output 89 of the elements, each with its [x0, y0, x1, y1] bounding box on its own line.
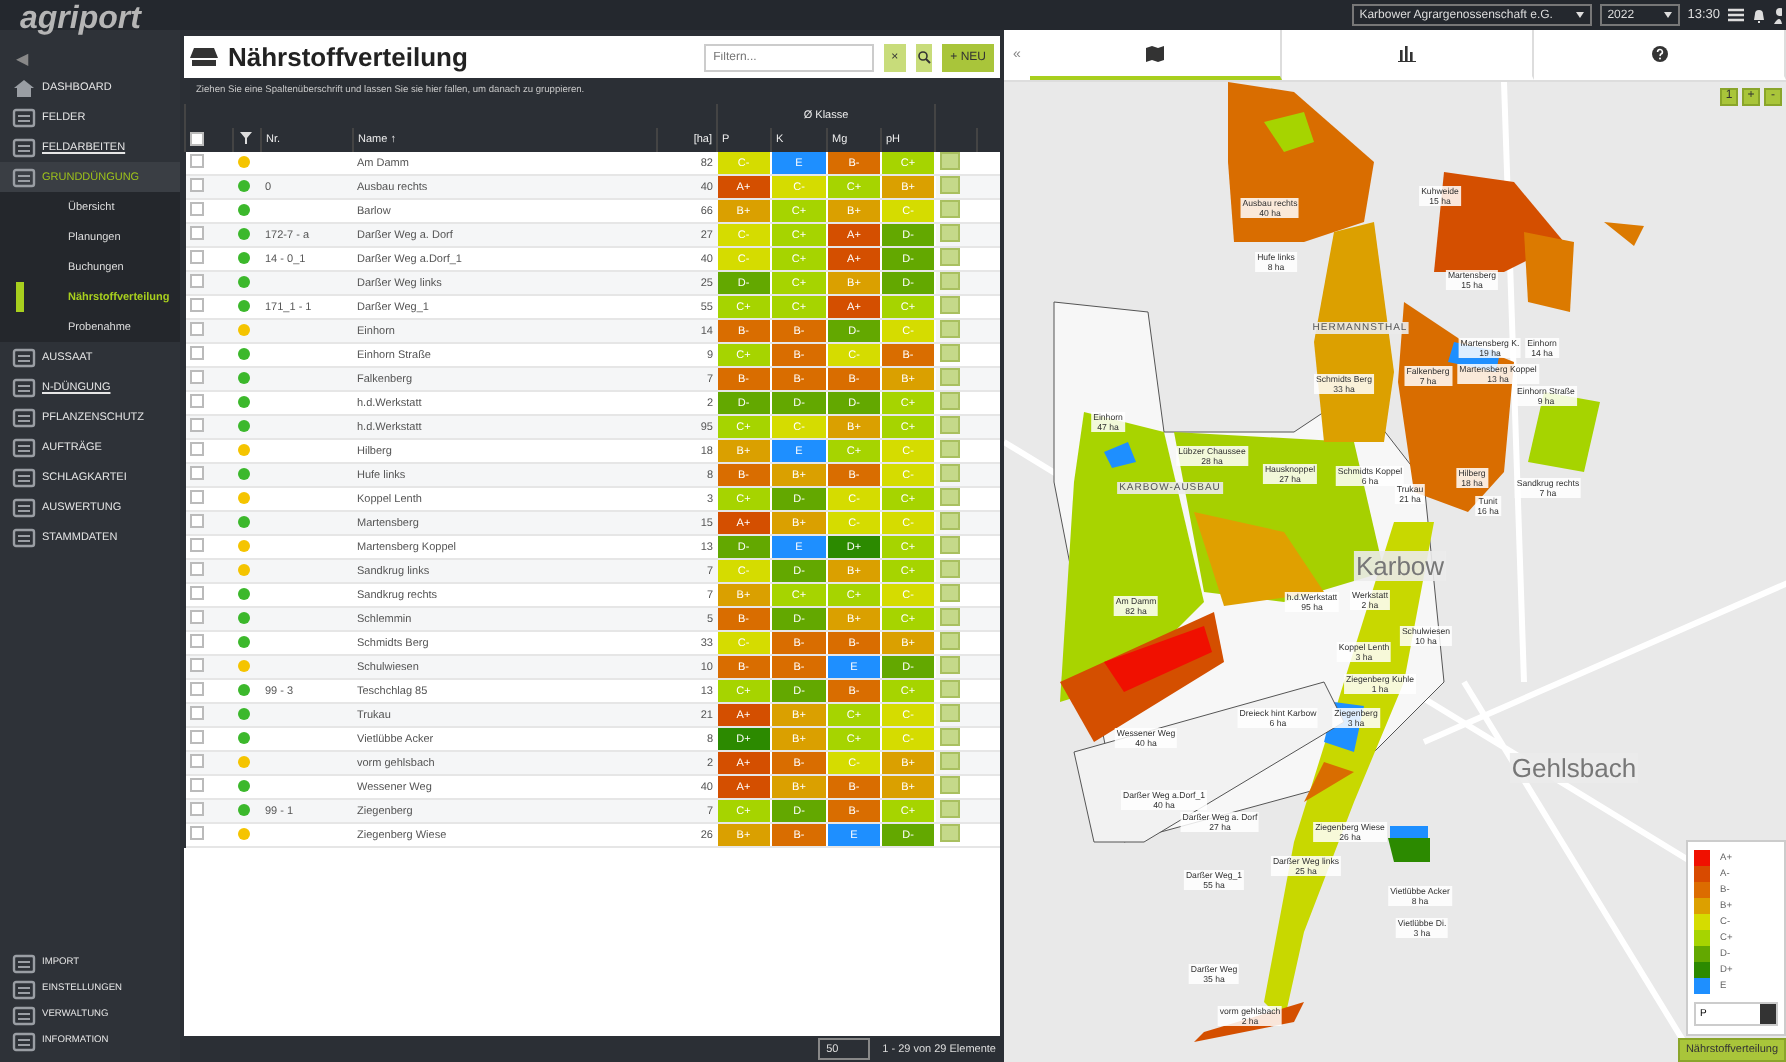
edit-button[interactable] [940, 440, 961, 458]
page-title: Nährstoffverteilung [228, 42, 470, 72]
select-all-checkbox[interactable] [190, 131, 204, 145]
row-checkbox[interactable] [189, 298, 203, 312]
row-checkbox[interactable] [189, 514, 203, 528]
edit-button[interactable] [940, 512, 961, 530]
row-checkbox[interactable] [189, 178, 203, 192]
row-checkbox[interactable] [189, 226, 203, 240]
menu-icon [12, 527, 36, 547]
place-name: Gehlsbach [1509, 753, 1639, 783]
house-icon [12, 77, 36, 97]
menu-icon [12, 979, 36, 999]
menu-icon [12, 953, 36, 973]
row-checkbox[interactable] [189, 322, 203, 336]
menu-icon [12, 347, 36, 367]
row-checkbox[interactable] [189, 778, 203, 792]
view-tab[interactable] [1030, 30, 1282, 80]
row-checkbox[interactable] [189, 562, 203, 576]
caret-icon [1663, 12, 1672, 18]
logo-text: agriport [20, 2, 144, 40]
row-checkbox[interactable] [189, 154, 203, 168]
menu-icon [12, 107, 36, 127]
edit-button[interactable] [940, 320, 961, 338]
edit-button[interactable] [940, 680, 961, 698]
row-checkbox[interactable] [189, 826, 203, 840]
edit-button[interactable] [940, 296, 961, 314]
place-name: Karbow [1353, 551, 1447, 581]
caret-icon [1575, 12, 1584, 18]
edit-button[interactable] [940, 344, 961, 362]
edit-button[interactable] [940, 704, 961, 722]
row-checkbox[interactable] [189, 730, 203, 744]
edit-button[interactable] [940, 776, 961, 794]
row-checkbox[interactable] [189, 610, 203, 624]
edit-button[interactable] [940, 824, 961, 842]
row-checkbox[interactable] [189, 802, 203, 816]
map-icon [1146, 45, 1164, 61]
row-checkbox[interactable] [189, 418, 203, 432]
row-checkbox[interactable] [189, 394, 203, 408]
edit-button[interactable] [940, 800, 961, 818]
menu-icon [12, 467, 36, 487]
row-checkbox[interactable] [189, 442, 203, 456]
edit-button[interactable] [940, 488, 961, 506]
menu-icon [12, 407, 36, 427]
edit-button[interactable] [940, 464, 961, 482]
list-icon[interactable] [1728, 8, 1744, 22]
edit-button[interactable] [940, 392, 961, 410]
edit-button[interactable] [940, 656, 961, 674]
edit-button[interactable] [940, 248, 961, 266]
edit-button[interactable] [940, 608, 961, 626]
row-checkbox[interactable] [189, 490, 203, 504]
menu-icon [12, 167, 36, 187]
menu-icon [12, 1031, 36, 1051]
edit-button[interactable] [940, 752, 961, 770]
menu-icon [12, 137, 36, 157]
edit-button[interactable] [940, 200, 961, 218]
edit-button[interactable] [940, 536, 961, 554]
row-checkbox[interactable] [189, 706, 203, 720]
row-checkbox[interactable] [189, 466, 203, 480]
row-checkbox[interactable] [189, 682, 203, 696]
edit-button[interactable] [940, 368, 961, 386]
edit-button[interactable] [940, 176, 961, 194]
bell-icon[interactable] [1752, 7, 1766, 23]
collapse-arrow[interactable]: ◀ [16, 50, 180, 68]
help-icon [1651, 45, 1667, 61]
menu-icon [12, 377, 36, 397]
row-checkbox[interactable] [189, 202, 203, 216]
row-checkbox[interactable] [189, 658, 203, 672]
row-checkbox[interactable] [189, 346, 203, 360]
row-checkbox[interactable] [189, 250, 203, 264]
edit-button[interactable] [940, 728, 961, 746]
edit-button[interactable] [940, 152, 961, 170]
search-icon[interactable] [916, 43, 933, 71]
edit-button[interactable] [940, 584, 961, 602]
edit-button[interactable] [940, 224, 961, 242]
edit-button[interactable] [940, 416, 961, 434]
row-checkbox[interactable] [189, 634, 203, 648]
edit-button[interactable] [940, 272, 961, 290]
row-checkbox[interactable] [189, 274, 203, 288]
row-checkbox[interactable] [189, 370, 203, 384]
user-icon[interactable] [1774, 7, 1782, 23]
menu-icon [12, 437, 36, 457]
row-checkbox[interactable] [189, 586, 203, 600]
menu-icon [12, 1005, 36, 1025]
row-checkbox[interactable] [189, 538, 203, 552]
edit-button[interactable] [940, 632, 961, 650]
edit-button[interactable] [940, 560, 961, 578]
bar-chart-icon [1398, 45, 1416, 61]
menu-icon [12, 497, 36, 517]
row-checkbox[interactable] [189, 754, 203, 768]
